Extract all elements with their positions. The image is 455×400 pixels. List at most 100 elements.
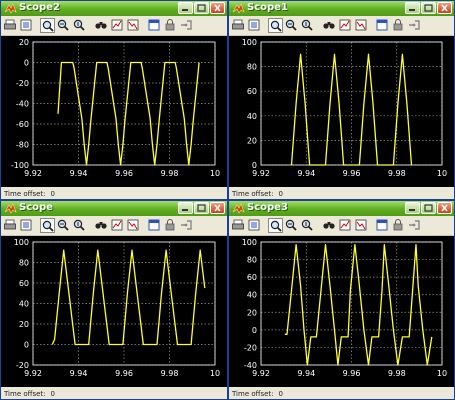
zoom-x-button[interactable] [284, 18, 299, 33]
zoom-y-button[interactable] [72, 218, 87, 233]
autoscale-button[interactable] [322, 218, 337, 233]
x-tick-label: 9.96 [343, 169, 361, 178]
minimize-button[interactable] [178, 2, 193, 14]
zoom-y-button[interactable] [300, 218, 315, 233]
parameters-button[interactable] [247, 18, 262, 33]
x-tick-label: 10 [437, 169, 447, 178]
scope-toolbar [1, 217, 227, 236]
lock-button[interactable] [391, 18, 406, 33]
x-tick-label: 9.98 [161, 369, 179, 378]
zoom-y-icon [73, 219, 85, 231]
save-axes-icon [111, 219, 123, 231]
save-axes-button[interactable] [110, 218, 125, 233]
maximize-icon [197, 204, 206, 212]
signal-selection-button[interactable] [179, 218, 194, 233]
maximize-button[interactable] [194, 2, 209, 14]
print-button[interactable] [3, 18, 18, 33]
zoom-icon [270, 220, 282, 232]
x-tick-label: 9.96 [343, 369, 361, 378]
close-button[interactable] [437, 202, 452, 214]
zoom-button[interactable] [268, 218, 283, 233]
restore-axes-button[interactable] [126, 218, 141, 233]
maximize-icon [197, 4, 206, 12]
parameters-button[interactable] [19, 18, 34, 33]
zoom-icon [270, 20, 282, 32]
lock-button[interactable] [391, 218, 406, 233]
signal-selection-button[interactable] [407, 18, 422, 33]
autoscale-button[interactable] [322, 18, 337, 33]
signal-selection-button[interactable] [407, 218, 422, 233]
save-axes-button[interactable] [110, 18, 125, 33]
time-offset-value: 0 [278, 390, 283, 398]
y-tick-label: -20 [16, 79, 29, 88]
print-button[interactable] [3, 218, 18, 233]
close-button[interactable] [437, 2, 452, 14]
y-tick-label: 0 [252, 326, 257, 335]
signal-selection-icon [409, 220, 420, 230]
title-bar[interactable]: Scope [1, 201, 227, 216]
title-bar[interactable]: Scope2 [1, 1, 227, 16]
lock-button[interactable] [163, 218, 178, 233]
x-tick-label: 10 [437, 369, 447, 378]
zoom-button[interactable] [40, 218, 55, 233]
restore-axes-button[interactable] [354, 18, 369, 33]
close-button[interactable] [210, 202, 225, 214]
window-title: Scope [19, 202, 53, 213]
zoom-x-button[interactable] [56, 18, 71, 33]
y-tick-label: 40 [247, 291, 257, 300]
zoom-button[interactable] [268, 18, 283, 33]
x-tick-label: 9.94 [297, 169, 315, 178]
floating-scope-icon [148, 219, 160, 231]
x-tick-label: 9.94 [70, 169, 88, 178]
floating-scope-button[interactable] [375, 218, 390, 233]
print-button[interactable] [231, 218, 246, 233]
autoscale-button[interactable] [94, 18, 109, 33]
title-bar[interactable]: Scope3 [229, 201, 454, 216]
print-icon [4, 219, 16, 230]
time-offset: Time offset: 0 [4, 390, 60, 398]
signal-selection-icon [409, 20, 420, 30]
scope-toolbar [229, 217, 454, 236]
parameters-button[interactable] [19, 218, 34, 233]
lock-button[interactable] [163, 18, 178, 33]
scope-toolbar [1, 17, 227, 36]
restore-axes-button[interactable] [354, 218, 369, 233]
minimize-button[interactable] [178, 202, 193, 214]
save-axes-icon [111, 19, 123, 31]
y-tick-label: 100 [14, 238, 29, 247]
signal-selection-button[interactable] [179, 18, 194, 33]
floating-scope-button[interactable] [147, 18, 162, 33]
y-tick-label: 100 [242, 38, 257, 47]
autoscale-button[interactable] [94, 218, 109, 233]
save-axes-button[interactable] [338, 18, 353, 33]
print-button[interactable] [231, 18, 246, 33]
signal-selection-icon [181, 220, 192, 230]
maximize-button[interactable] [421, 2, 436, 14]
maximize-button[interactable] [421, 202, 436, 214]
floating-scope-button[interactable] [147, 218, 162, 233]
save-axes-button[interactable] [338, 218, 353, 233]
zoom-x-button[interactable] [284, 218, 299, 233]
minimize-button[interactable] [405, 202, 420, 214]
floating-scope-icon [148, 19, 160, 31]
floating-scope-button[interactable] [375, 18, 390, 33]
zoom-button[interactable] [40, 18, 55, 33]
parameters-icon [248, 19, 260, 31]
time-offset-value: 0 [50, 190, 55, 198]
y-tick-label: -100 [11, 161, 29, 170]
close-button[interactable] [210, 2, 225, 14]
zoom-y-icon [73, 19, 85, 31]
zoom-y-button[interactable] [300, 18, 315, 33]
y-tick-label: 20 [247, 136, 257, 145]
maximize-button[interactable] [194, 202, 209, 214]
scope3-chart: 9.92 9.94 9.96 9.98 10 100 80 60 40 20 0 -20 -40 [242, 238, 447, 378]
parameters-button[interactable] [247, 218, 262, 233]
zoom-y-button[interactable] [72, 18, 87, 33]
lock-icon [165, 19, 175, 31]
minimize-button[interactable] [405, 2, 420, 14]
zoom-x-button[interactable] [56, 218, 71, 233]
title-bar[interactable]: Scope1 [229, 1, 454, 16]
plot-area: 9.92 9.94 9.96 9.98 10 100 80 60 40 20 0 -20 -40 [229, 236, 454, 387]
y-tick-label: -40 [244, 361, 257, 370]
restore-axes-button[interactable] [126, 18, 141, 33]
